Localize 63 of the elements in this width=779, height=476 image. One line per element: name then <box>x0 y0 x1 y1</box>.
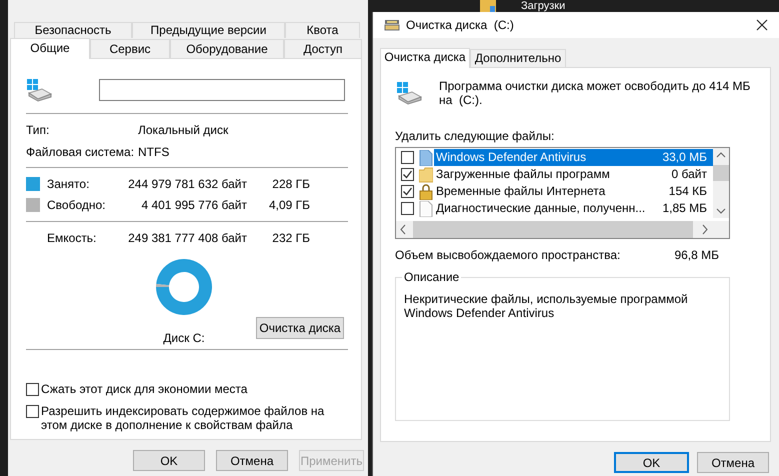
folder-icon <box>480 0 496 12</box>
field-label: Файловая система: <box>26 145 136 160</box>
group-legend: Описание <box>402 270 462 284</box>
checkbox[interactable] <box>26 383 39 396</box>
file-size: 0 байт <box>672 166 707 183</box>
usage-label: Занято: <box>46 177 90 191</box>
summary-text: Программа очистки диска может освободить до 414 МБ на (C:). <box>439 79 752 107</box>
dialog-button[interactable]: Отмена <box>697 452 769 473</box>
description-text: Некритические файлы, используемые программой Windows Defender Antivirus <box>404 292 689 320</box>
file-name: Windows Defender Antivirus <box>436 149 586 166</box>
checkbox[interactable] <box>401 151 414 164</box>
checkbox[interactable] <box>401 168 414 181</box>
tab[interactable]: Общие <box>10 38 90 59</box>
window-title: Очистка диска (C:) <box>406 18 515 32</box>
tab[interactable]: Безопасность <box>14 22 132 38</box>
option-label: Разрешить индексировать содержимое файлов на этом диске в дополнение к свойствам файла <box>41 404 326 432</box>
tab[interactable]: Очистка диска <box>380 48 470 68</box>
tab[interactable]: Сервис <box>90 39 170 58</box>
dialog-button[interactable]: OK <box>614 452 689 473</box>
checkbox[interactable] <box>26 405 39 418</box>
space-value: 96,8 МБ <box>674 248 719 262</box>
folder-label: Загрузки <box>521 0 566 12</box>
list-item[interactable]: Диагностические данные, полученн... 1,85 МБ <box>434 200 713 217</box>
tab[interactable]: Предыдущие версии <box>132 22 285 38</box>
folder-icon <box>419 166 433 182</box>
space-label: Объем высвобождаемого пространства: <box>395 248 620 262</box>
list-item[interactable]: Временные файлы Интернета 154 КБ <box>434 183 713 200</box>
field-label: Тип: <box>26 123 50 138</box>
file-name: Диагностические данные, полученн... <box>436 200 646 217</box>
usage-label: Свободно: <box>46 198 106 212</box>
vertical-scrollbar <box>713 148 729 218</box>
section-label: Удалить следующие файлы: <box>395 129 556 143</box>
tab[interactable]: Оборудование <box>170 39 284 58</box>
file-size: 154 КБ <box>668 183 707 200</box>
checkbox[interactable] <box>401 185 414 198</box>
lock-icon <box>419 184 433 200</box>
byte-count: 4 401 995 776 байт <box>140 198 247 212</box>
tab[interactable]: Доступ <box>284 39 362 58</box>
checkbox[interactable] <box>401 202 414 215</box>
dialog-button[interactable]: OK <box>133 450 205 471</box>
file-size: 33,0 МБ <box>662 149 707 166</box>
close-icon <box>756 19 768 31</box>
document-icon <box>419 200 433 216</box>
capacity-label: Емкость: <box>46 231 98 245</box>
file-size: 1,85 МБ <box>662 200 707 217</box>
tab[interactable]: Дополнительно <box>470 49 566 67</box>
list-item[interactable]: Загруженные файлы программ 0 байт <box>434 166 713 183</box>
size-value: 232 ГБ <box>271 231 310 245</box>
file-name: Временные файлы Интернета <box>436 183 606 200</box>
field-value: NTFS <box>138 145 170 160</box>
tab[interactable]: Квота <box>285 22 360 38</box>
byte-count: 249 381 777 408 байт <box>127 231 247 245</box>
list-item[interactable]: Windows Defender Antivirus 33,0 МБ <box>434 149 713 166</box>
dialog-button[interactable]: Отмена <box>216 450 288 471</box>
drive-label: Диск C: <box>163 331 205 345</box>
name-field[interactable] <box>99 79 345 101</box>
disk-cleanup-button[interactable]: Очистка диска <box>256 317 344 339</box>
field-value: Локальный диск <box>138 123 230 138</box>
file-name: Загруженные файлы программ <box>436 166 610 183</box>
size-value: 228 ГБ <box>271 177 310 191</box>
option-label: Сжать этот диск для экономии места <box>41 382 248 396</box>
size-value: 4,09 ГБ <box>268 198 310 212</box>
byte-count: 244 979 781 632 байт <box>127 177 247 191</box>
